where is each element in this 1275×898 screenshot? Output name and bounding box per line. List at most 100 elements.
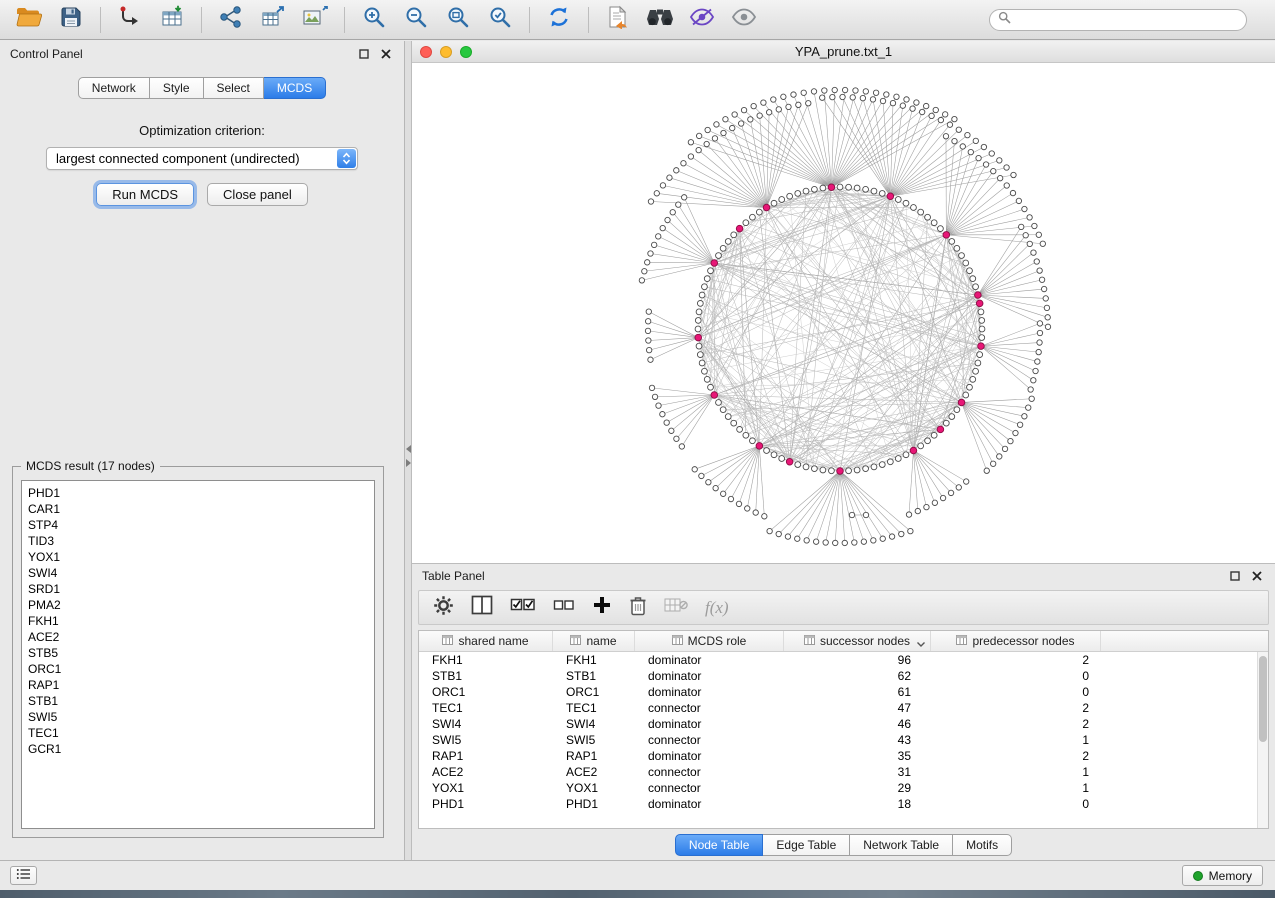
graph-node[interactable]	[723, 117, 728, 122]
graph-node[interactable]	[720, 491, 725, 496]
graph-node[interactable]	[976, 155, 981, 160]
graph-node[interactable]	[1041, 286, 1046, 291]
graph-node[interactable]	[665, 217, 670, 222]
graph-node[interactable]	[1035, 359, 1040, 364]
export-network-button[interactable]	[214, 4, 248, 36]
add-column-button[interactable]	[592, 595, 612, 620]
graph-node[interactable]	[771, 200, 777, 206]
graph-node[interactable]	[990, 461, 995, 466]
graph-node[interactable]	[918, 209, 924, 215]
graph-node[interactable]	[873, 90, 878, 95]
network-window-titlebar[interactable]: YPA_prune.txt_1	[412, 41, 1275, 63]
graph-node[interactable]	[751, 103, 756, 108]
graph-node[interactable]	[667, 175, 672, 180]
graph-node[interactable]	[991, 168, 996, 173]
graph-node[interactable]	[704, 276, 710, 282]
graph-node[interactable]	[679, 444, 684, 449]
tab-style[interactable]: Style	[150, 77, 204, 99]
graph-node[interactable]	[863, 186, 869, 192]
graph-node[interactable]	[923, 103, 928, 108]
graph-node[interactable]	[1036, 232, 1041, 237]
graph-node[interactable]	[852, 540, 857, 545]
graph-node[interactable]	[1037, 321, 1042, 326]
graph-node[interactable]	[753, 510, 758, 515]
export-table-button[interactable]	[256, 4, 290, 36]
graph-node[interactable]	[1017, 422, 1022, 427]
graph-node[interactable]	[670, 210, 675, 215]
graph-node[interactable]	[1004, 183, 1009, 188]
run-mcds-button[interactable]: Run MCDS	[96, 183, 194, 206]
graph-node[interactable]	[1031, 378, 1036, 383]
graph-node[interactable]	[732, 112, 737, 117]
graph-node[interactable]	[705, 127, 710, 132]
graph-node[interactable]	[964, 479, 969, 484]
graph-node[interactable]	[965, 132, 970, 137]
share-document-button[interactable]	[601, 4, 635, 36]
show-elements-button[interactable]	[727, 4, 761, 36]
graph-node[interactable]	[695, 326, 701, 332]
mcds-result-item[interactable]: PHD1	[28, 485, 368, 501]
graph-node[interactable]	[669, 428, 674, 433]
export-image-button[interactable]	[298, 4, 332, 36]
graph-node[interactable]	[1029, 396, 1034, 401]
graph-node[interactable]	[984, 468, 989, 473]
graph-node[interactable]	[743, 220, 749, 226]
graph-node[interactable]	[795, 536, 800, 541]
graph-node[interactable]	[771, 452, 777, 458]
graph-node[interactable]	[924, 504, 929, 509]
mcds-result-item[interactable]: YOX1	[28, 549, 368, 565]
graph-node[interactable]	[871, 538, 876, 543]
graph-node[interactable]	[696, 147, 701, 152]
graph-node[interactable]	[932, 500, 937, 505]
search-network-button[interactable]	[643, 4, 677, 36]
graph-node[interactable]	[795, 462, 801, 468]
zoom-in-button[interactable]	[357, 4, 391, 36]
graph-node[interactable]	[903, 200, 909, 206]
show-columns-button[interactable]	[471, 595, 493, 620]
graph-node[interactable]	[1002, 446, 1007, 451]
graph-node[interactable]	[880, 536, 885, 541]
search-input[interactable]	[1017, 11, 1246, 29]
graph-node[interactable]	[741, 107, 746, 112]
graph-node[interactable]	[1037, 340, 1042, 345]
graph-node[interactable]	[879, 462, 885, 468]
tab-network[interactable]: Network	[78, 77, 150, 99]
mcds-result-item[interactable]: PMA2	[28, 597, 368, 613]
graph-node[interactable]	[879, 191, 885, 197]
graph-node[interactable]	[947, 122, 952, 127]
graph-hub-node[interactable]	[711, 392, 718, 399]
tab-node-table[interactable]: Node Table	[675, 834, 764, 856]
graph-node[interactable]	[713, 485, 718, 490]
graph-node[interactable]	[983, 162, 988, 167]
graph-node[interactable]	[725, 414, 731, 420]
graph-node[interactable]	[977, 352, 983, 358]
graph-node[interactable]	[823, 540, 828, 545]
graph-node[interactable]	[1034, 259, 1039, 264]
graph-node[interactable]	[714, 122, 719, 127]
graph-node[interactable]	[1037, 330, 1042, 335]
graph-node[interactable]	[871, 464, 877, 470]
graph-node[interactable]	[728, 496, 733, 501]
graph-hub-node[interactable]	[828, 184, 835, 191]
graph-node[interactable]	[731, 420, 737, 426]
graph-node[interactable]	[676, 202, 681, 207]
graph-hub-node[interactable]	[887, 193, 894, 200]
close-window-button[interactable]	[420, 46, 432, 58]
graph-node[interactable]	[918, 443, 924, 449]
graph-node[interactable]	[880, 98, 885, 103]
graph-hub-node[interactable]	[736, 225, 743, 232]
graph-node[interactable]	[1027, 215, 1032, 220]
graph-node[interactable]	[949, 239, 955, 245]
graph-hub-node[interactable]	[975, 292, 982, 299]
graph-hub-node[interactable]	[958, 399, 965, 406]
column-header-name[interactable]: name	[553, 631, 635, 651]
status-menu-button[interactable]	[10, 866, 37, 885]
graph-node[interactable]	[820, 467, 826, 473]
graph-node[interactable]	[795, 191, 801, 197]
graph-hub-node[interactable]	[937, 426, 944, 433]
graph-node[interactable]	[938, 117, 943, 122]
graph-hub-node[interactable]	[943, 232, 950, 239]
graph-node[interactable]	[639, 278, 644, 283]
graph-node[interactable]	[812, 186, 818, 192]
graph-node[interactable]	[681, 195, 686, 200]
